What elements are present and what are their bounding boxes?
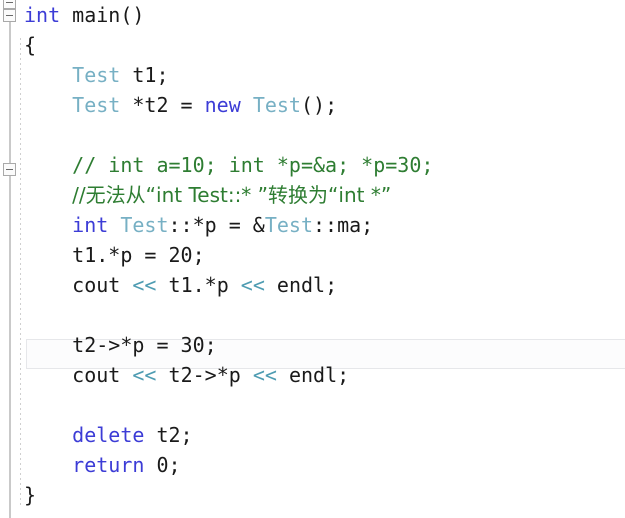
code-line[interactable]: delete t2; bbox=[0, 420, 625, 450]
code-token-type: Test bbox=[72, 93, 121, 117]
code-token-plain: t2->*p bbox=[156, 363, 253, 387]
code-token-plain: *t2 = bbox=[120, 93, 205, 117]
code-line[interactable]: // int a=10; int *p=&a; *p=30; bbox=[0, 150, 625, 180]
code-token-kw: delete bbox=[72, 423, 145, 447]
code-token-type: Test bbox=[120, 213, 169, 237]
code-token-plain: t1.*p = 20; bbox=[72, 243, 205, 267]
code-line[interactable]: t1.*p = 20; bbox=[0, 240, 625, 270]
code-token-op: << bbox=[240, 273, 265, 297]
code-token-plain: } bbox=[24, 483, 37, 507]
code-editor[interactable]: int main() { Test t1; Test *t2 = new Test… bbox=[0, 0, 625, 518]
code-token-type: Test bbox=[264, 213, 314, 237]
code-token-op: << bbox=[252, 363, 277, 387]
code-token-plain: endl; bbox=[276, 363, 350, 387]
code-token-plain: ::*p = & bbox=[168, 213, 265, 237]
code-token-cmt: //无法从“int Test::* ”转换为“int *” bbox=[72, 183, 392, 207]
code-line[interactable]: int Test::*p = &Test::ma; bbox=[0, 210, 625, 240]
code-line[interactable]: int main() bbox=[0, 0, 625, 30]
code-text-area[interactable]: int main() { Test t1; Test *t2 = new Test… bbox=[0, 0, 625, 510]
code-token-type: Test bbox=[72, 63, 121, 87]
code-token-plain: 0; bbox=[144, 453, 181, 477]
code-token-plain: cout bbox=[72, 363, 133, 387]
code-token-plain: t1; bbox=[120, 63, 169, 87]
code-token-kw: int bbox=[72, 213, 109, 237]
code-token-plain: { bbox=[24, 33, 37, 57]
code-token-kw: new bbox=[204, 93, 241, 117]
code-token-plain: t2; bbox=[144, 423, 193, 447]
code-token-kw: return bbox=[72, 453, 145, 477]
code-line[interactable] bbox=[0, 390, 625, 420]
code-line[interactable]: //无法从“int Test::* ”转换为“int *” bbox=[0, 180, 625, 210]
code-token-plain: t1.*p bbox=[156, 273, 241, 297]
code-line-current[interactable]: t2->*p = 30; bbox=[0, 330, 625, 360]
code-token-plain: (); bbox=[300, 93, 338, 117]
code-line[interactable] bbox=[0, 120, 625, 150]
code-token-plain: t2->*p = 30; bbox=[72, 333, 217, 357]
code-token-plain: main() bbox=[60, 3, 145, 27]
code-token-op: << bbox=[132, 363, 157, 387]
code-line[interactable]: Test t1; bbox=[0, 60, 625, 90]
code-line[interactable]: } bbox=[0, 480, 625, 510]
code-line[interactable]: cout << t1.*p << endl; bbox=[0, 270, 625, 300]
code-token-op: << bbox=[132, 273, 157, 297]
code-line[interactable]: Test *t2 = new Test(); bbox=[0, 90, 625, 120]
code-token-plain: ::ma; bbox=[313, 213, 374, 237]
code-token-cmt: // int a=10; int *p=&a; *p=30; bbox=[72, 153, 434, 177]
code-line[interactable]: return 0; bbox=[0, 450, 625, 480]
code-line[interactable]: { bbox=[0, 30, 625, 60]
code-line[interactable] bbox=[0, 300, 625, 330]
code-token-kw: int bbox=[24, 3, 61, 27]
code-token-plain: cout bbox=[72, 273, 133, 297]
code-token-plain: endl; bbox=[264, 273, 338, 297]
code-token-type: Test bbox=[252, 93, 301, 117]
code-line[interactable]: cout << t2->*p << endl; bbox=[0, 360, 625, 390]
